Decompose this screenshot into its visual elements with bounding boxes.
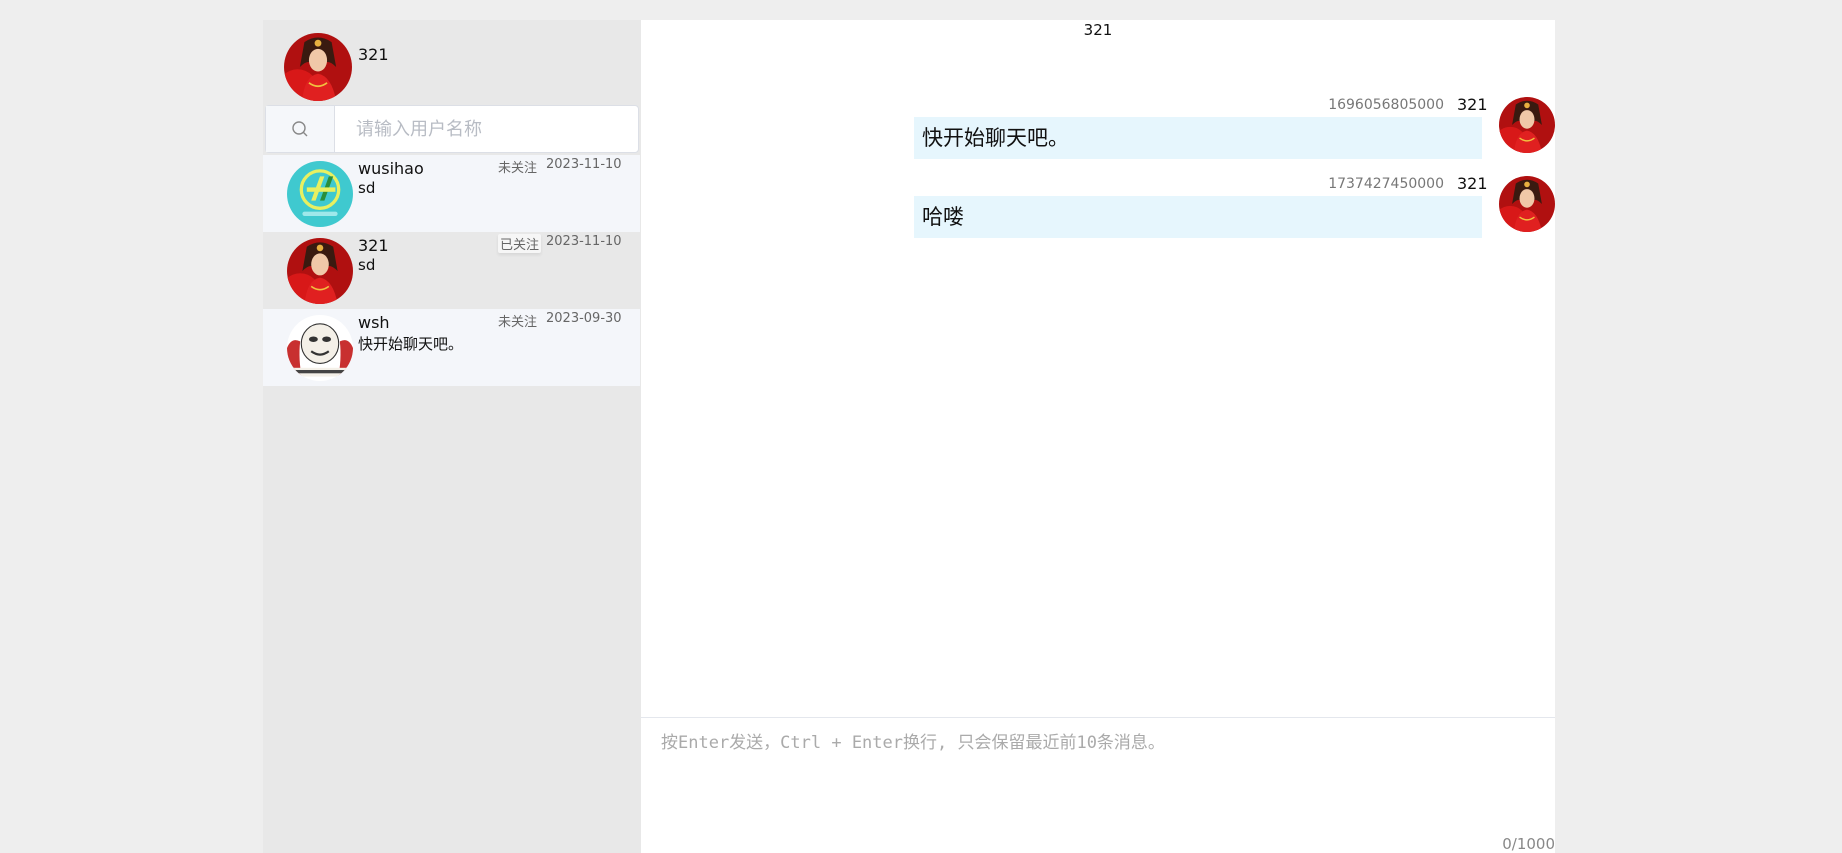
- message-bubble: 哈喽: [914, 196, 1482, 238]
- contact-last-message: 快开始聊天吧。: [358, 335, 464, 353]
- search-icon[interactable]: [266, 106, 335, 152]
- message-sender: 321: [1457, 95, 1488, 114]
- chat-title: 321: [1083, 21, 1113, 39]
- follow-status-badge[interactable]: 未关注: [498, 311, 537, 330]
- current-user-avatar[interactable]: [284, 33, 352, 101]
- contact-item[interactable]: wsh 快开始聊天吧。 未关注 2023-09-30: [263, 309, 640, 386]
- current-user-header: 321: [263, 20, 640, 104]
- user-search-box: [265, 105, 639, 153]
- search-input[interactable]: [336, 106, 636, 152]
- message-composer: 0/1000: [641, 717, 1555, 853]
- message-input[interactable]: [641, 718, 1555, 838]
- character-counter: 0/1000: [1502, 835, 1555, 853]
- contact-name: wusihao: [358, 159, 424, 178]
- message-bubble: 快开始聊天吧。: [914, 117, 1482, 159]
- follow-status-badge[interactable]: 已关注: [498, 234, 542, 253]
- chat-app: 321 请输入用户名称 wusihao sd 未关注 2023-11-10 32…: [263, 20, 1555, 853]
- contact-avatar: [287, 238, 353, 304]
- contact-date: 2023-11-10: [546, 234, 622, 249]
- chat-message: 1696056805000 321 快开始聊天吧。: [641, 95, 1555, 177]
- contact-list: wusihao sd 未关注 2023-11-10 321 sd 已关注 202…: [263, 155, 640, 386]
- contact-item[interactable]: wusihao sd 未关注 2023-11-10: [263, 155, 640, 232]
- contact-date: 2023-09-30: [546, 311, 622, 326]
- contact-avatar: [287, 161, 353, 227]
- contact-date: 2023-11-10: [546, 157, 622, 172]
- sidebar: 321 请输入用户名称 wusihao sd 未关注 2023-11-10 32…: [263, 20, 640, 853]
- chat-message: 1737427450000 321 哈喽: [641, 174, 1555, 256]
- contact-last-message: sd: [358, 179, 376, 197]
- contact-last-message: sd: [358, 256, 376, 274]
- follow-status-badge[interactable]: 未关注: [498, 157, 537, 176]
- contact-name: wsh: [358, 313, 390, 332]
- contact-item[interactable]: 321 sd 已关注 2023-11-10: [263, 232, 640, 309]
- message-timestamp: 1737427450000: [1328, 176, 1444, 192]
- message-sender: 321: [1457, 174, 1488, 193]
- contact-avatar: [287, 315, 353, 381]
- current-user-name: 321: [358, 45, 389, 64]
- contact-name: 321: [358, 236, 389, 255]
- message-timestamp: 1696056805000: [1328, 97, 1444, 113]
- chat-panel: 321 1696056805000 321 快开始聊天吧。 1737427450…: [641, 20, 1555, 853]
- message-avatar[interactable]: [1499, 176, 1555, 232]
- message-avatar[interactable]: [1499, 97, 1555, 153]
